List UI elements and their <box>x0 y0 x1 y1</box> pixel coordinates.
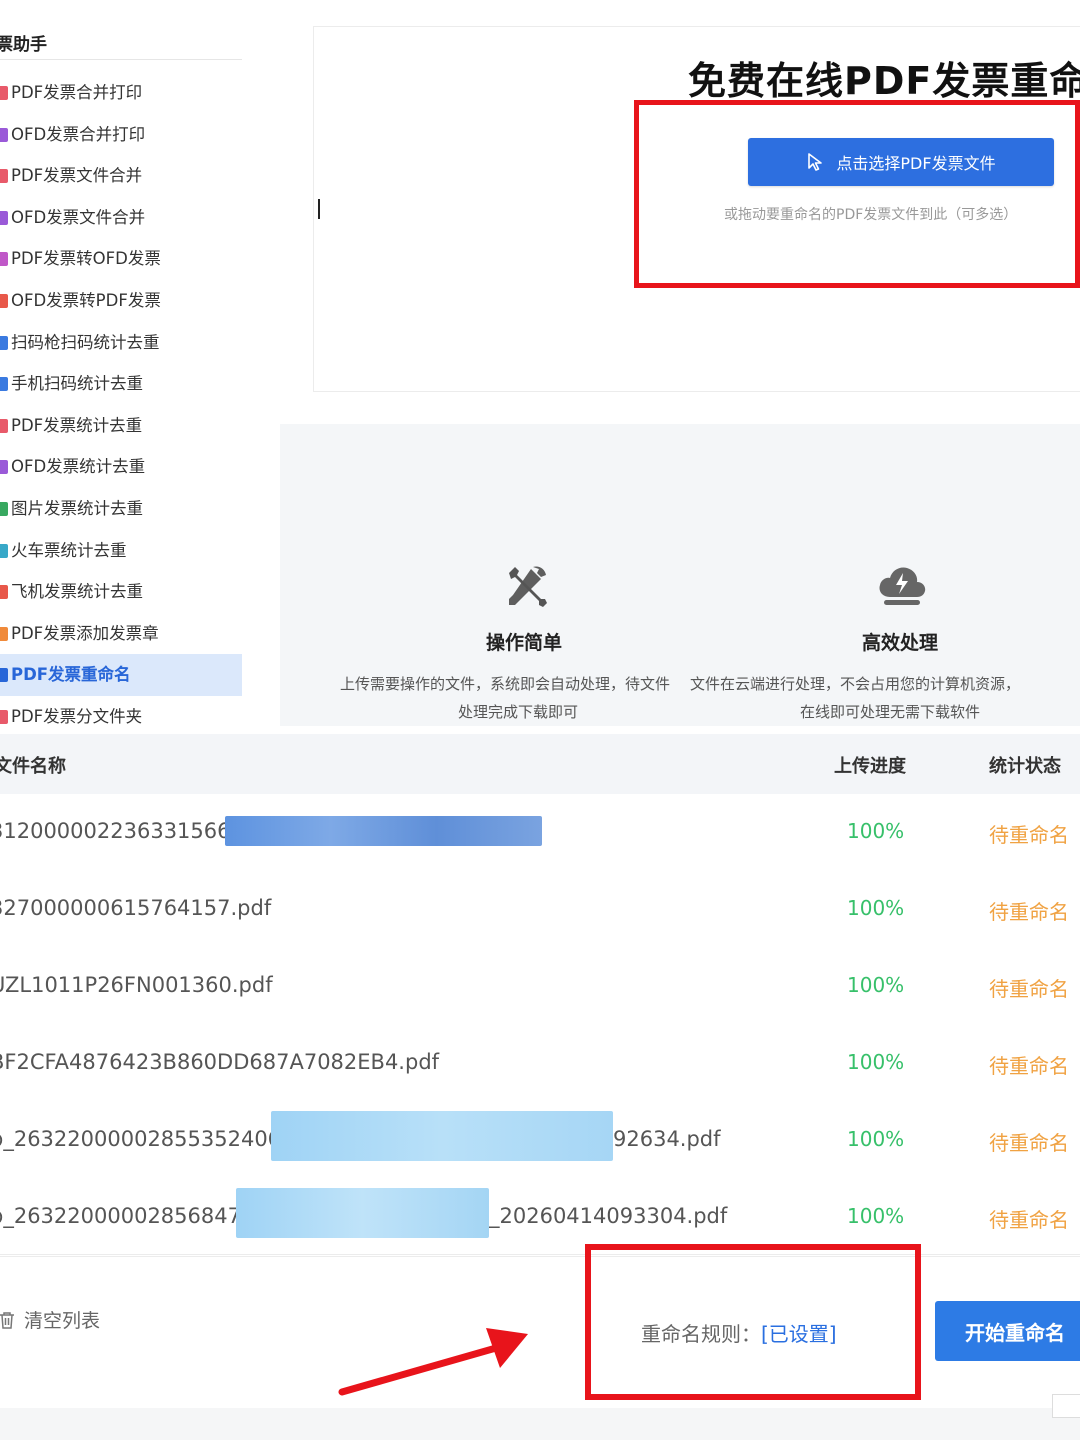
sidebar-item-icon <box>0 169 8 184</box>
upload-progress: 100% <box>847 1127 905 1151</box>
sidebar-item[interactable]: PDF发票重命名 <box>0 654 242 696</box>
status-badge: 待重命名 <box>989 823 1069 847</box>
sidebar-item-label: 手机扫码统计去重 <box>11 374 143 394</box>
column-header-name: 文件名称 <box>0 756 66 777</box>
sidebar-item-icon <box>0 335 8 350</box>
redacted-blur <box>225 816 542 846</box>
cloud-icon <box>879 567 926 605</box>
sidebar-item[interactable]: PDF发票统计去重 <box>0 405 242 447</box>
corner-widget <box>1052 1394 1080 1418</box>
sidebar-item-label: PDF发票添加发票章 <box>11 623 159 643</box>
status-badge: 待重命名 <box>989 1208 1069 1232</box>
bottom-strip <box>0 1408 1080 1440</box>
sidebar-item-label: OFD发票合并打印 <box>11 124 146 144</box>
sidebar-item[interactable]: OFD发票合并打印 <box>0 114 242 156</box>
sidebar-item-label: 扫码枪扫码统计去重 <box>11 332 160 352</box>
sidebar-item[interactable]: OFD发票文件合并 <box>0 197 242 239</box>
sidebar-divider <box>0 59 242 60</box>
tools-icon <box>509 566 547 607</box>
sidebar-item[interactable]: 图片发票统计去重 <box>0 488 242 530</box>
sidebar-item-label: PDF发票合并打印 <box>11 83 143 102</box>
file-name: 327000000615764157.pdf <box>0 896 272 920</box>
sidebar: 票助手 PDF发票合并打印 OFD发票合并打印 PDF发票文件合并 OFD发票文件合并… <box>0 0 242 725</box>
sidebar-item-icon <box>0 293 8 308</box>
file-name: p_26322000002855352406 <box>0 1127 282 1151</box>
file-name: UZL1011P26FN001360.pdf <box>0 973 273 997</box>
trash-icon <box>0 1311 14 1329</box>
upload-progress: 100% <box>847 1204 905 1228</box>
feature-efficient-desc-2: 在线即可处理无需下载软件 <box>800 703 981 721</box>
sidebar-item[interactable]: 手机扫码统计去重 <box>0 363 242 405</box>
clear-list-label: 清空列表 <box>24 1310 101 1332</box>
red-arrow-icon <box>338 1328 528 1396</box>
file-name: p_26322000002856847 <box>0 1204 241 1228</box>
sidebar-item-icon <box>0 709 8 724</box>
file-name-suffix: 92634.pdf <box>613 1127 721 1151</box>
sidebar-item-icon <box>0 668 8 683</box>
sidebar-item-label: 飞机发票统计去重 <box>11 582 143 602</box>
text-cursor <box>318 199 320 219</box>
upload-progress: 100% <box>847 896 905 920</box>
upload-progress: 100% <box>847 819 905 843</box>
sidebar-item-icon <box>0 585 8 600</box>
status-badge: 待重命名 <box>989 1131 1069 1155</box>
sidebar-item[interactable]: PDF发票转OFD发票 <box>0 238 242 280</box>
sidebar-item[interactable]: OFD发票统计去重 <box>0 446 242 488</box>
sidebar-item-label: OFD发票统计去重 <box>11 457 146 477</box>
sidebar-item-label: PDF发票统计去重 <box>11 415 143 435</box>
highlight-box-upload <box>634 100 1080 288</box>
clear-list-button[interactable]: 清空列表 <box>0 1306 100 1333</box>
sidebar-item-icon <box>0 86 8 100</box>
sidebar-item-label: PDF发票分文件夹 <box>11 706 143 725</box>
sidebar-item-icon <box>0 377 8 392</box>
sidebar-item[interactable]: 飞机发票统计去重 <box>0 571 242 613</box>
sidebar-title: 票助手 <box>0 35 47 55</box>
status-badge: 待重命名 <box>989 977 1069 1001</box>
sidebar-item-label: OFD发票转PDF发票 <box>11 290 161 310</box>
sidebar-item-label: 图片发票统计去重 <box>11 498 143 518</box>
page-title: 免费在线PDF发票重命名 <box>688 59 1080 103</box>
column-header-progress: 上传进度 <box>834 756 906 777</box>
sidebar-item[interactable]: 火车票统计去重 <box>0 530 242 572</box>
redacted-blur <box>236 1188 489 1238</box>
sidebar-item-icon <box>0 127 8 142</box>
sidebar-item-icon <box>0 501 8 516</box>
feature-efficient-title: 高效处理 <box>862 632 939 654</box>
start-rename-button[interactable]: 开始重命名 <box>935 1301 1080 1361</box>
upload-progress: 100% <box>847 973 905 997</box>
sidebar-item-icon <box>0 460 8 475</box>
sidebar-item[interactable]: 扫码枪扫码统计去重 <box>0 322 242 364</box>
sidebar-item-label: OFD发票文件合并 <box>11 207 146 227</box>
upload-progress: 100% <box>847 1050 905 1074</box>
column-header-status: 统计状态 <box>989 756 1061 777</box>
sidebar-item-label: PDF发票重命名 <box>11 665 131 685</box>
sidebar-item[interactable]: PDF发票合并打印 <box>0 72 242 114</box>
file-name: 312000002236331566_ <box>0 819 241 843</box>
feature-simple-title: 操作简单 <box>486 632 563 654</box>
sidebar-item-icon <box>0 252 8 267</box>
table-header <box>0 734 1080 794</box>
file-name: BF2CFA4876423B860DD687A7082EB4.pdf <box>0 1050 440 1074</box>
feature-simple-desc-1: 上传需要操作的文件，系统即会自动处理，待文件 <box>340 675 671 693</box>
sidebar-item-icon <box>0 626 8 641</box>
sidebar-menu: PDF发票合并打印 OFD发票合并打印 PDF发票文件合并 OFD发票文件合并 PDF发… <box>0 72 242 725</box>
sidebar-item-icon <box>0 418 8 433</box>
highlight-box-rule <box>585 1244 921 1400</box>
sidebar-item[interactable]: PDF发票文件合并 <box>0 155 242 197</box>
feature-efficient-desc-1: 文件在云端进行处理，不会占用您的计算机资源， <box>690 675 1021 693</box>
file-name-suffix: _20260414093304.pdf <box>489 1204 728 1228</box>
sidebar-item[interactable]: PDF发票添加发票章 <box>0 613 242 655</box>
redacted-blur <box>271 1111 613 1161</box>
status-badge: 待重命名 <box>989 900 1069 924</box>
status-badge: 待重命名 <box>989 1054 1069 1078</box>
sidebar-item-label: PDF发票文件合并 <box>11 166 143 186</box>
sidebar-item-label: 火车票统计去重 <box>11 540 127 560</box>
sidebar-item-icon <box>0 210 8 225</box>
sidebar-item[interactable]: PDF发票分文件夹 <box>0 696 242 725</box>
feature-simple-desc-2: 处理完成下载即可 <box>458 703 579 721</box>
sidebar-item-icon <box>0 543 8 558</box>
sidebar-item[interactable]: OFD发票转PDF发票 <box>0 280 242 322</box>
sidebar-item-label: PDF发票转OFD发票 <box>11 249 161 269</box>
